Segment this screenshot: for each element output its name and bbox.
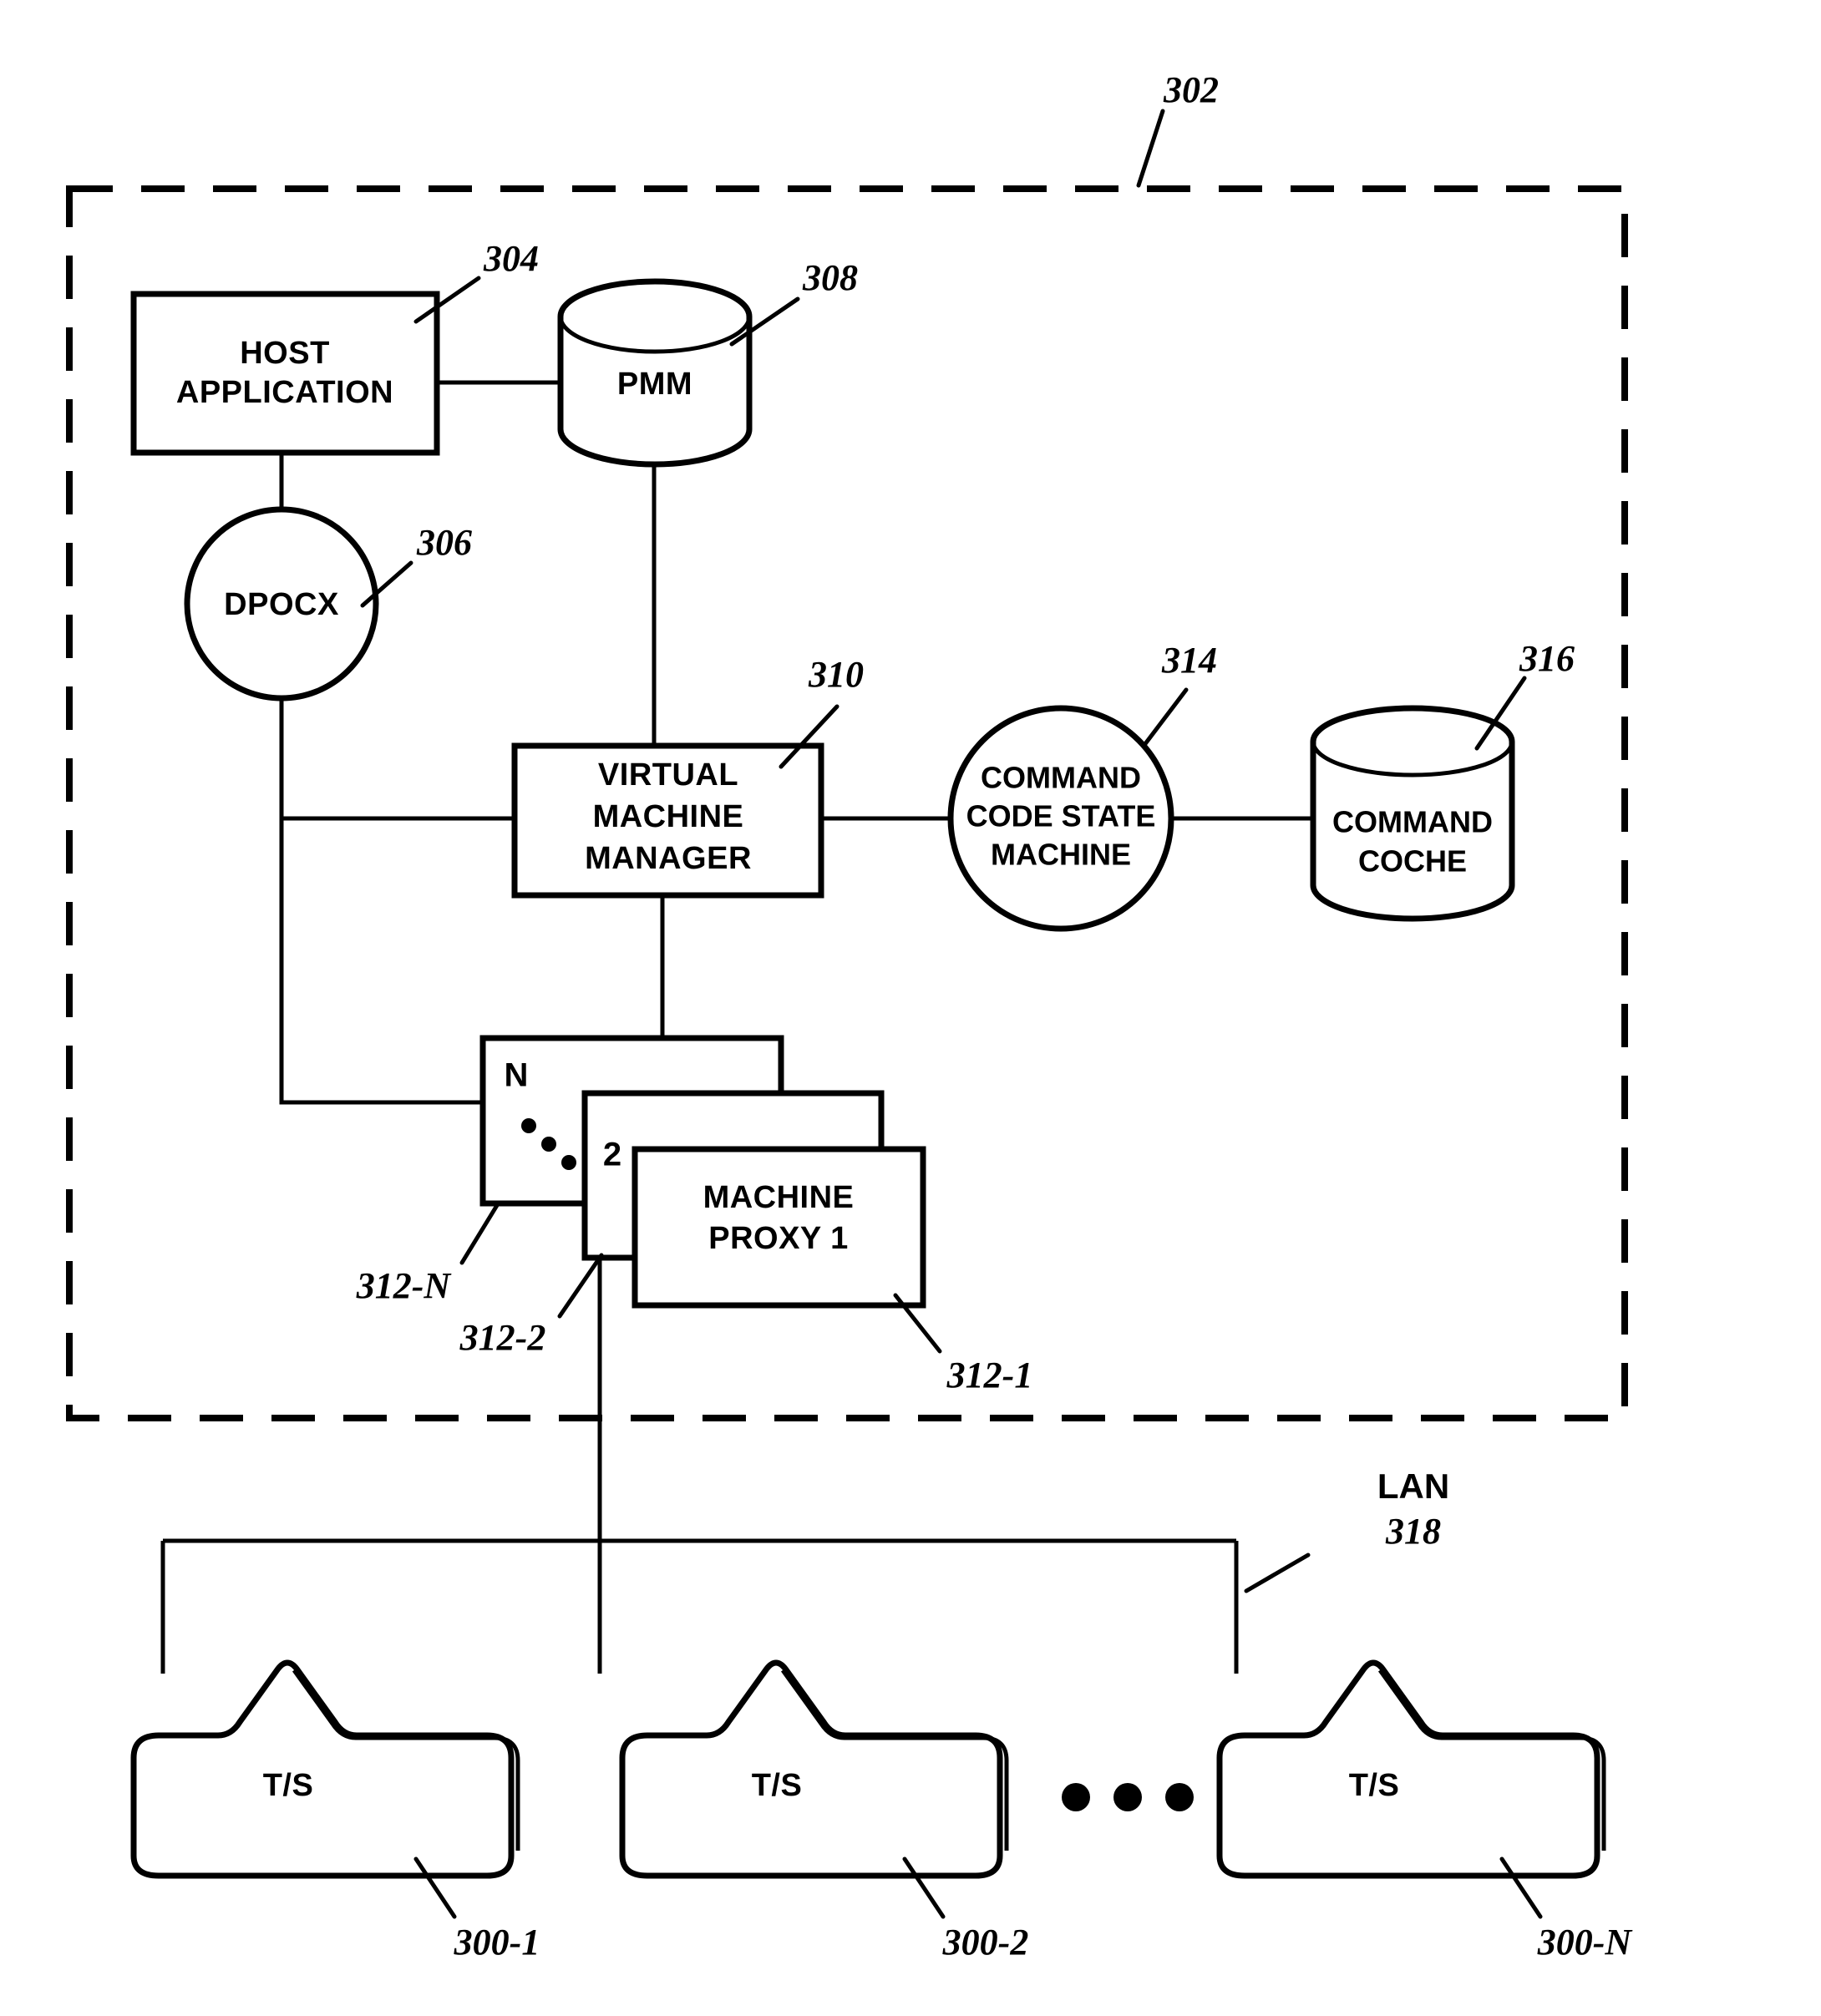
vmm-label-line2: MACHINE (593, 799, 744, 834)
dpocx-label: DPOCX (224, 587, 339, 622)
vmm-label-line3: MANAGER (585, 841, 752, 876)
host-application-box (130, 291, 440, 456)
patent-figure: 302 HOST APPLICATION 304 PMM 308 DPOCX 3… (0, 0, 1821, 2016)
connector-dpocx-to-proxy-n (279, 818, 483, 1105)
terminal-ellipsis (1062, 1783, 1194, 1811)
ref-number-300-1: 300-1 (454, 1922, 540, 1963)
host-application-label-line2: APPLICATION (176, 375, 393, 410)
vmm-label-line1: VIRTUAL (598, 757, 738, 793)
state-machine-label-line3: MACHINE (991, 838, 1131, 872)
leader-line-312-2 (557, 1253, 604, 1319)
leader-line-312-N (459, 1200, 501, 1265)
ref-number-306: 306 (416, 522, 472, 563)
ref-number-300-2: 300-2 (942, 1922, 1029, 1963)
lan-label: LAN (1377, 1466, 1449, 1506)
ref-number-300-N: 300-N (1537, 1922, 1634, 1963)
stack-ellipsis-dot-3 (561, 1155, 576, 1170)
terminal-ellipsis-dot-2 (1113, 1783, 1142, 1811)
terminal-ellipsis-dot-3 (1165, 1783, 1194, 1811)
ref-number-302: 302 (1163, 69, 1219, 110)
stack-ellipsis-dot-2 (541, 1137, 556, 1152)
system-architecture-diagram: 302 HOST APPLICATION 304 PMM 308 DPOCX 3… (66, 69, 1634, 1963)
terminal-2-label: T/S (752, 1768, 803, 1803)
machine-proxy-1-label-line1: MACHINE (703, 1180, 855, 1215)
leader-line-314 (1142, 687, 1189, 747)
ref-number-310: 310 (808, 654, 864, 695)
terminal-1-label: T/S (263, 1768, 314, 1803)
terminal-ellipsis-dot-1 (1062, 1783, 1090, 1811)
host-application-label-line1: HOST (240, 336, 330, 371)
ref-number-312-N: 312-N (356, 1265, 453, 1306)
ref-number-312-1: 312-1 (946, 1355, 1033, 1395)
ref-number-312-2: 312-2 (459, 1317, 546, 1358)
ref-number-314: 314 (1161, 640, 1217, 681)
leader-line-318 (1244, 1553, 1311, 1593)
ref-number-318: 318 (1385, 1511, 1441, 1552)
leader-line-302 (1136, 109, 1165, 188)
stack-ellipsis-dot-1 (521, 1118, 536, 1133)
ref-number-304: 304 (483, 238, 539, 279)
terminal-n-label: T/S (1349, 1768, 1400, 1803)
state-machine-label-line1: COMMAND (981, 761, 1141, 795)
machine-proxy-1-label-line2: PROXY 1 (708, 1221, 849, 1256)
machine-proxy-n-badge: N (505, 1057, 529, 1094)
command-cache-label-line1: COMMAND (1332, 805, 1493, 839)
machine-proxy-2-badge: 2 (603, 1137, 621, 1173)
pmm-label: PMM (617, 367, 692, 402)
command-cache-label-line2: COCHE (1358, 844, 1467, 879)
state-machine-label-line2: CODE STATE (966, 799, 1156, 833)
terminal-station-1: T/S 300-1 (130, 1659, 540, 1963)
terminal-station-n: T/S 300-N (1216, 1659, 1634, 1963)
ref-number-308: 308 (802, 257, 858, 298)
terminal-station-2: T/S 300-2 (619, 1659, 1029, 1963)
ref-number-316: 316 (1519, 638, 1575, 679)
